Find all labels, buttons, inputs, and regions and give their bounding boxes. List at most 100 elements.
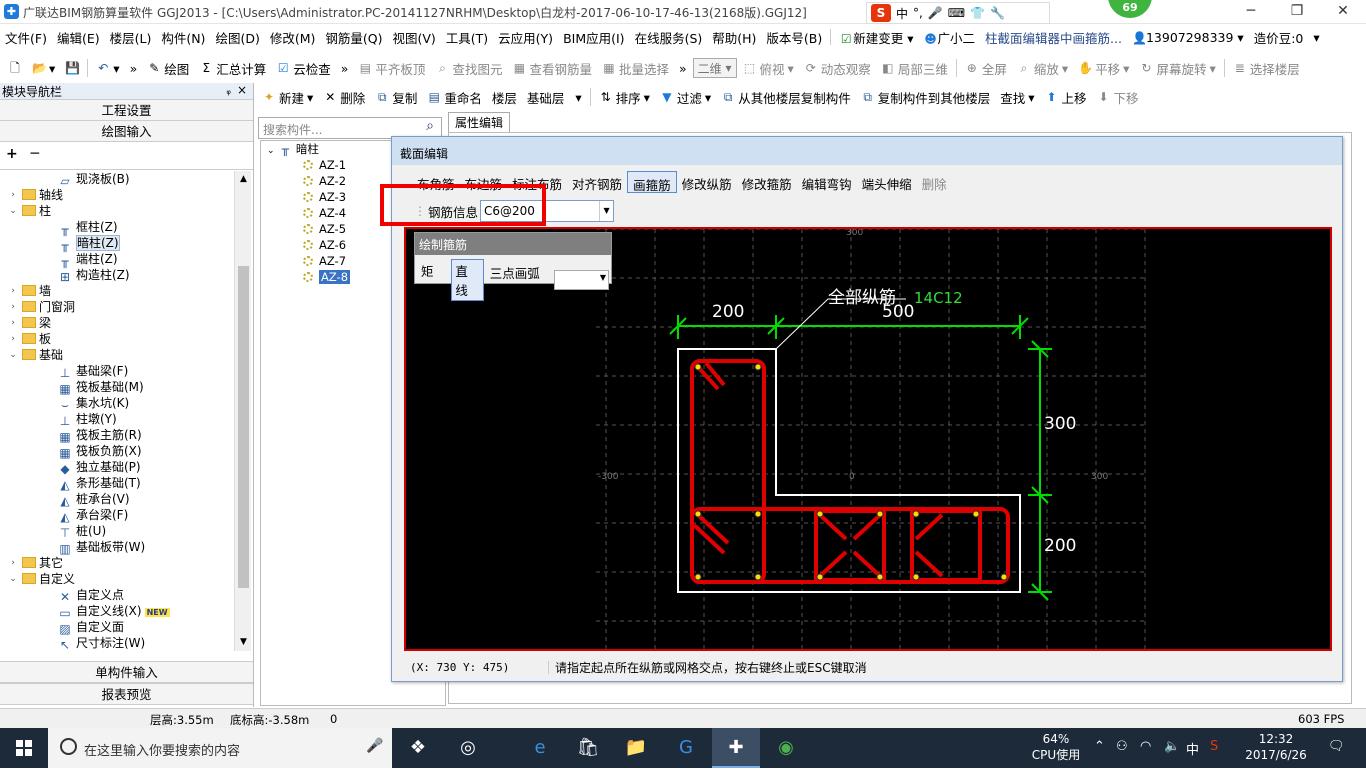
filter-button[interactable]: ▼ 过滤 ▾ (656, 86, 715, 108)
tree-item[interactable]: ▦ 筏板负筋(X) (0, 443, 234, 460)
report-preview-button[interactable]: 报表预览 (0, 683, 253, 705)
menu-modify[interactable]: 修改(M) (265, 28, 321, 47)
move-down-button[interactable]: ⬇ 下移 (1093, 86, 1143, 108)
task-view-icon[interactable]: ❖ (394, 728, 442, 768)
glodon-g-icon[interactable]: G (662, 728, 710, 768)
menu-online[interactable]: 在线服务(S) (630, 28, 708, 47)
start-button[interactable] (0, 728, 48, 768)
tree-item[interactable]: ◭ 条形基础(T) (0, 475, 234, 492)
menu-help[interactable]: 帮助(H) (707, 28, 761, 47)
tip-link[interactable]: 柱截面编辑器中画箍筋... (980, 28, 1127, 47)
chevron-down-icon[interactable]: ▼ (599, 201, 613, 221)
tree-item[interactable]: ▦ 筏板基础(M) (0, 379, 234, 396)
sum-calc-button[interactable]: Σ 汇总计算 (195, 57, 270, 79)
tree-item[interactable]: ⊤ 桩(U) (0, 523, 234, 540)
menu-draw[interactable]: 绘图(D) (210, 28, 264, 47)
skin-icon[interactable]: 👕 (970, 6, 985, 20)
ime-toolbar[interactable]: S 中 °, 🎤 ⌨ 👕 🔧 (866, 2, 1050, 24)
view-mode-select[interactable]: 二维 ▾ (692, 58, 737, 78)
cpu-meter[interactable]: 64% CPU使用 (1026, 731, 1086, 763)
expand-arrow-icon[interactable]: › (8, 283, 18, 299)
dropdown-icon[interactable]: ▾ (1308, 30, 1324, 45)
dynamic-view-button[interactable]: ⟳ 动态观察 (800, 57, 875, 79)
menu-cloud[interactable]: 云应用(Y) (493, 28, 558, 47)
tree-item[interactable]: › 其它 (0, 555, 234, 571)
tree-expand-tools[interactable]: + ─ (0, 142, 253, 170)
clock[interactable]: 12:32 2017/6/26 (1236, 731, 1316, 763)
tree-item[interactable]: › 梁 (0, 315, 234, 331)
refresh-app-icon[interactable]: ◉ (762, 728, 810, 768)
tree-item[interactable]: ⊥ 基础梁(F) (0, 363, 234, 380)
pin-icon[interactable]: ᵩ (226, 84, 231, 97)
price-bean[interactable]: 造价豆:0 (1249, 28, 1309, 47)
menu-version[interactable]: 版本号(B) (761, 28, 827, 47)
new-file-button[interactable]: 🗋 (4, 57, 26, 79)
find-element-button[interactable]: ⌕ 查找图元 (431, 57, 506, 79)
scroll-thumb[interactable] (238, 266, 249, 588)
fullscreen-button[interactable]: ⊕ 全屏 (961, 57, 1011, 79)
copy-to-floor-button[interactable]: ⧉ 复制构件到其他楼层 (857, 86, 995, 108)
menu-rebar-qty[interactable]: 钢筋量(Q) (320, 28, 387, 47)
tab-property-edit[interactable]: 属性编辑 (448, 112, 510, 132)
flush-top-button[interactable]: ▤ 平齐板顶 (354, 57, 429, 79)
tree-item[interactable]: ⌄ 基础 (0, 347, 234, 363)
menu-component[interactable]: 构件(N) (156, 28, 210, 47)
dialog-tab[interactable]: 编辑弯钩 (797, 171, 857, 193)
dialog-tab[interactable]: 修改纵筋 (677, 171, 737, 193)
single-input-button[interactable]: 单构件输入 (0, 661, 253, 683)
wifi-icon[interactable]: ◠ (1140, 739, 1151, 754)
rotate-button[interactable]: ↻ 屏幕旋转 ▾ (1135, 57, 1219, 79)
dialog-tab[interactable]: 修改箍筋 (737, 171, 797, 193)
tree-item[interactable]: ◭ 桩承台(V) (0, 491, 234, 508)
collapse-icon[interactable]: ⌄ (267, 146, 275, 156)
volume-icon[interactable]: 🔈 (1164, 739, 1180, 754)
open-button[interactable]: 📂 ▾ (28, 57, 59, 79)
select-floor-button[interactable]: ≣ 选择楼层 (1229, 57, 1304, 79)
minimize-button[interactable]: ─ (1228, 0, 1274, 24)
collapse-arrow-icon[interactable]: ⌄ (8, 571, 18, 587)
view-rebar-button[interactable]: ▦ 查看钢筋量 (508, 57, 596, 79)
copy-comp-button[interactable]: ⧉ 复制 (371, 86, 421, 108)
user-account[interactable]: 👤13907298339 ▾ (1127, 30, 1249, 45)
dialog-tab[interactable]: 删除 (917, 171, 952, 193)
tree-item[interactable]: ↖ 尺寸标注(W) (0, 635, 234, 651)
rename-button[interactable]: ▤ 重命名 (423, 86, 486, 108)
menu-floor[interactable]: 楼层(L) (105, 28, 157, 47)
ime-lang[interactable]: 中 (896, 5, 908, 22)
browser-icon[interactable]: ◎ (444, 728, 492, 768)
tree-item[interactable]: ╥ 暗柱(Z) (0, 235, 234, 252)
sogou-icon[interactable]: S (871, 4, 891, 22)
option-arc[interactable]: 三点画弧 ▾ (486, 261, 553, 299)
expand-arrow-icon[interactable]: › (8, 187, 18, 203)
menu-file[interactable]: 文件(F) (0, 28, 52, 47)
option-rectangle[interactable]: 矩形 (417, 259, 449, 301)
pan-button[interactable]: ✋ 平移 ▾ (1074, 57, 1133, 79)
floor-select[interactable]: 基础层 ▾ (523, 86, 586, 108)
tree-item[interactable]: ▱ 现浇板(B) (0, 171, 234, 188)
new-change-menu[interactable]: ☑ 新建变更 ▾ (834, 28, 918, 47)
more-icon[interactable]: » (126, 57, 142, 79)
search-icon[interactable]: ⌕ (420, 118, 440, 138)
drawing-input-button[interactable]: 绘图输入 (0, 121, 253, 142)
ime-lang-tray[interactable]: 中 (1186, 739, 1199, 758)
tray-chevron-icon[interactable]: ⌃ (1094, 739, 1105, 754)
tree-item[interactable]: ▭ 自定义线(X) NEW (0, 603, 234, 620)
find-button[interactable]: 查找 ▾ (996, 86, 1038, 108)
notification-badge[interactable]: 69 (1108, 0, 1152, 18)
panel-close-icon[interactable]: × (237, 83, 247, 97)
expand-arrow-icon[interactable]: › (8, 555, 18, 571)
xiaoer-menu[interactable]: ☻广小二 (919, 28, 981, 47)
dialog-tab[interactable]: 画箍筋 (627, 171, 677, 193)
tree-item[interactable]: ╥ 框柱(Z) (0, 219, 234, 236)
menu-view[interactable]: 视图(V) (387, 28, 440, 47)
cloud-check-button[interactable]: ☑ 云检查 (272, 57, 335, 79)
option-line[interactable]: 直线 (451, 259, 484, 301)
collapse-arrow-icon[interactable]: ⌄ (8, 347, 18, 363)
project-settings-button[interactable]: 工程设置 (0, 100, 253, 121)
arc-param-select[interactable]: ▼ (554, 270, 609, 290)
store-icon[interactable]: 🛍 (564, 728, 612, 768)
new-comp-button[interactable]: ✦ 新建 ▾ (258, 86, 317, 108)
collapse-arrow-icon[interactable]: ⌄ (8, 203, 18, 219)
tree-item[interactable]: ⊥ 柱墩(Y) (0, 411, 234, 428)
keyboard-icon[interactable]: ⌨ (948, 6, 965, 20)
